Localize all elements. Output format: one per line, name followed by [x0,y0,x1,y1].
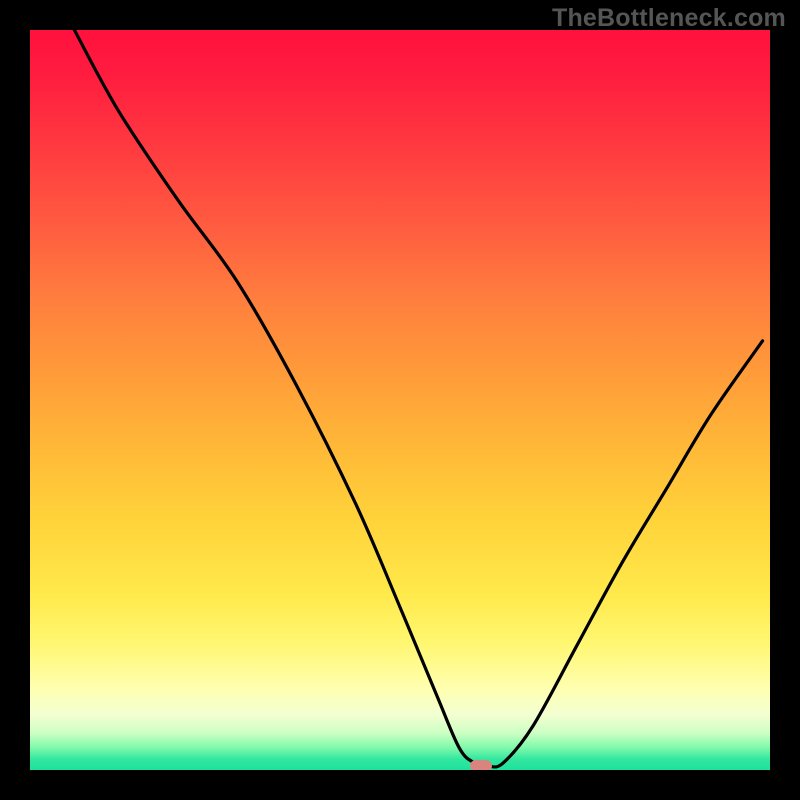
chart-frame: TheBottleneck.com [0,0,800,800]
watermark-text: TheBottleneck.com [552,4,786,33]
curve-path [74,30,762,767]
optimal-marker [470,760,492,770]
plot-area [30,30,770,770]
bottleneck-curve [30,30,770,770]
